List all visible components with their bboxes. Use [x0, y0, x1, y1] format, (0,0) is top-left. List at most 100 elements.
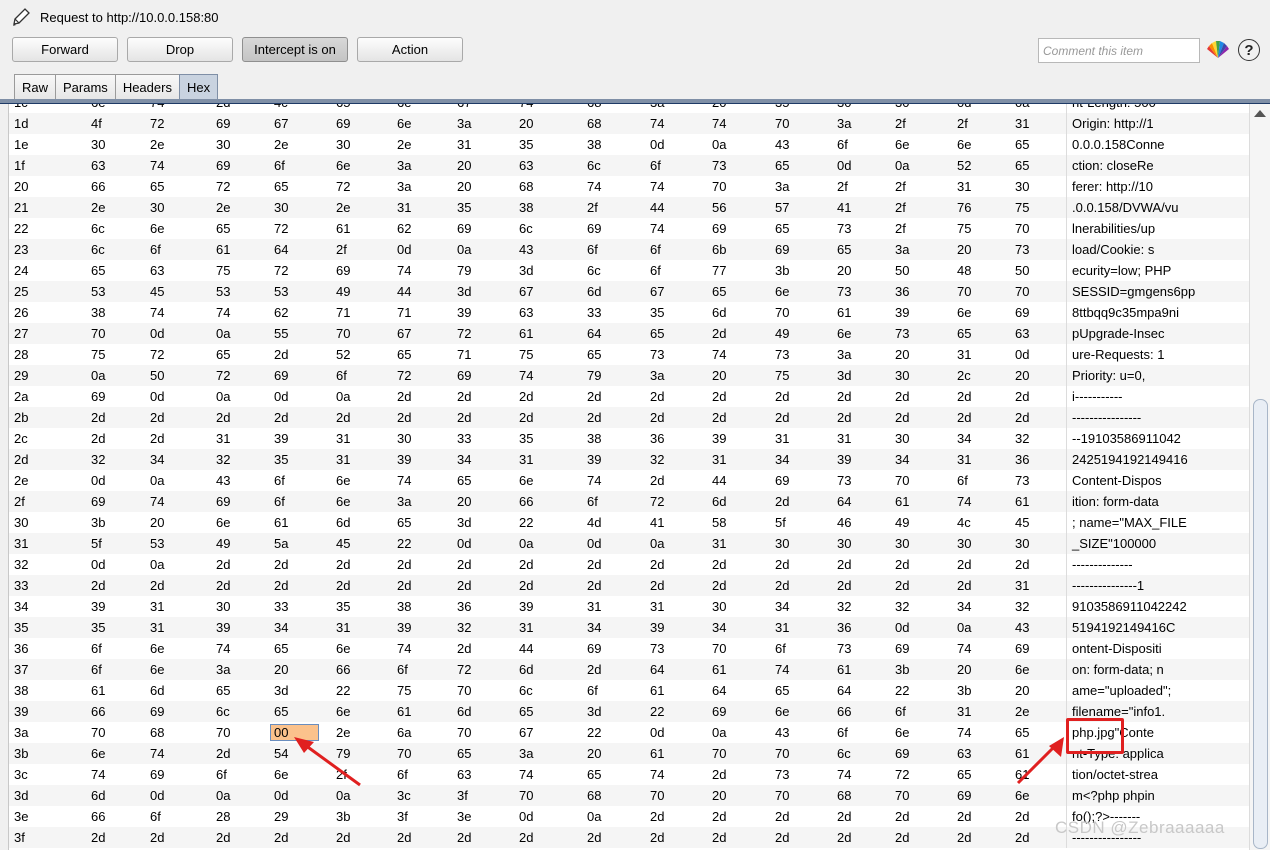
hex-byte-cell[interactable]: 70 [775, 305, 789, 320]
hex-byte-cell[interactable]: 74 [650, 221, 664, 236]
hex-byte-cell[interactable]: 53 [91, 284, 105, 299]
hex-byte-cell[interactable]: 6f [837, 725, 848, 740]
hex-byte-cell[interactable]: 38 [587, 137, 601, 152]
hex-byte-cell[interactable]: 2d [274, 410, 288, 425]
hex-byte-cell[interactable]: 65 [587, 347, 601, 362]
hex-byte-cell[interactable]: 22 [336, 683, 350, 698]
hex-byte-cell[interactable]: 73 [650, 347, 664, 362]
hex-byte-cell[interactable]: 34 [895, 452, 909, 467]
hex-byte-cell[interactable]: 67 [397, 326, 411, 341]
hex-byte-cell[interactable]: 70 [895, 473, 909, 488]
hex-byte-cell[interactable]: 35 [457, 200, 471, 215]
vertical-scrollbar[interactable] [1249, 104, 1270, 850]
hex-byte-cell[interactable]: 33 [457, 431, 471, 446]
hex-byte-cell[interactable]: 52 [957, 158, 971, 173]
hex-byte-cell[interactable]: 74 [150, 494, 164, 509]
hex-byte-cell[interactable]: 2d [587, 389, 601, 404]
hex-byte-cell[interactable]: 34 [712, 620, 726, 635]
hex-byte-cell[interactable]: 70 [895, 788, 909, 803]
hex-byte-cell[interactable]: 6f [587, 683, 598, 698]
hex-byte-cell[interactable]: 2d [650, 809, 664, 824]
hex-byte-cell[interactable]: 69 [216, 494, 230, 509]
hex-byte-cell[interactable]: 61 [895, 494, 909, 509]
hex-byte-cell[interactable]: 20 [712, 788, 726, 803]
hex-byte-cell[interactable]: 2e [336, 725, 350, 740]
ascii-cell[interactable]: load/Cookie: s [1066, 239, 1154, 260]
hex-byte-cell[interactable]: 6c [587, 263, 601, 278]
hex-byte-cell[interactable]: 73 [895, 326, 909, 341]
hex-byte-cell[interactable]: 39 [216, 620, 230, 635]
hex-byte-cell[interactable]: 74 [587, 473, 601, 488]
ascii-cell[interactable]: ---------------1 [1066, 575, 1144, 596]
hex-byte-cell[interactable]: 32 [457, 620, 471, 635]
hex-byte-cell[interactable]: 6e [397, 116, 411, 131]
hex-byte-cell[interactable]: 39 [895, 305, 909, 320]
hex-byte-cell[interactable]: 65 [150, 179, 164, 194]
hex-byte-cell[interactable]: 31 [775, 620, 789, 635]
hex-byte-cell[interactable]: 0a [91, 368, 105, 383]
hex-byte-cell[interactable]: 0d [91, 473, 105, 488]
hex-byte-cell[interactable]: 31 [957, 347, 971, 362]
hex-byte-cell[interactable]: 20 [587, 746, 601, 761]
hex-byte-cell[interactable]: 6f [957, 473, 968, 488]
ascii-cell[interactable]: ition: form-data [1066, 491, 1159, 512]
hex-byte-cell[interactable]: 4f [91, 116, 102, 131]
hex-byte-cell[interactable]: 76 [957, 200, 971, 215]
hex-byte-cell[interactable]: 30 [775, 536, 789, 551]
hex-byte-cell[interactable]: 38 [397, 599, 411, 614]
ascii-cell[interactable]: SESSID=gmgens6pp [1066, 281, 1195, 302]
hex-byte-cell[interactable]: 48 [957, 263, 971, 278]
forward-button[interactable]: Forward [12, 37, 118, 62]
intercept-toggle-button[interactable]: Intercept is on [242, 37, 348, 62]
hex-byte-cell[interactable]: 3d [587, 704, 601, 719]
hex-byte-cell[interactable]: 2f [336, 242, 347, 257]
hex-byte-cell[interactable]: 31 [150, 599, 164, 614]
hex-byte-cell[interactable]: 69 [1015, 305, 1029, 320]
hex-byte-cell[interactable]: 72 [650, 494, 664, 509]
hex-byte-cell[interactable]: 6f [587, 494, 598, 509]
hex-byte-cell[interactable]: 35 [91, 620, 105, 635]
hex-byte-cell[interactable]: 69 [336, 263, 350, 278]
hex-byte-cell[interactable]: 20 [457, 179, 471, 194]
hex-byte-cell[interactable]: 61 [837, 662, 851, 677]
hex-byte-cell[interactable]: 2d [519, 578, 533, 593]
hex-byte-cell[interactable]: 71 [457, 347, 471, 362]
hex-byte-cell[interactable]: 65 [1015, 137, 1029, 152]
hex-byte-cell[interactable]: 0a [336, 389, 350, 404]
hex-byte-cell[interactable]: 69 [457, 368, 471, 383]
hex-byte-cell[interactable]: 2d [397, 557, 411, 572]
hex-byte-cell[interactable]: 20 [837, 263, 851, 278]
hex-byte-cell[interactable]: 6e [775, 284, 789, 299]
hex-byte-cell[interactable]: 65 [957, 767, 971, 782]
hex-byte-cell[interactable]: 2d [895, 410, 909, 425]
hex-byte-cell[interactable]: 54 [274, 746, 288, 761]
hex-byte-cell[interactable]: 32 [837, 599, 851, 614]
hex-byte-cell[interactable]: 34 [587, 620, 601, 635]
hex-byte-cell[interactable]: 79 [457, 263, 471, 278]
hex-byte-cell[interactable]: 65 [957, 326, 971, 341]
hex-byte-cell[interactable]: 72 [457, 662, 471, 677]
hex-byte-cell[interactable]: 2e [336, 200, 350, 215]
hex-byte-cell[interactable]: 6f [216, 767, 227, 782]
hex-byte-cell[interactable]: 74 [216, 641, 230, 656]
hex-byte-cell[interactable]: 6f [587, 242, 598, 257]
hex-byte-cell[interactable]: 0a [712, 137, 726, 152]
hex-byte-cell[interactable]: 6d [336, 515, 350, 530]
hex-byte-cell[interactable]: 30 [91, 137, 105, 152]
hex-byte-cell[interactable]: 0d [650, 725, 664, 740]
hex-byte-cell[interactable]: 61 [274, 515, 288, 530]
hex-byte-cell[interactable]: 39 [397, 620, 411, 635]
hex-byte-cell[interactable]: 2d [457, 578, 471, 593]
hex-byte-cell[interactable]: 32 [91, 452, 105, 467]
hex-byte-cell[interactable]: 20 [1015, 683, 1029, 698]
hex-byte-cell[interactable]: 31 [712, 452, 726, 467]
hex-byte-cell[interactable]: 39 [587, 452, 601, 467]
hex-byte-cell[interactable]: 34 [775, 452, 789, 467]
hex-byte-cell[interactable]: 61 [837, 305, 851, 320]
hex-byte-cell[interactable]: 2d [91, 578, 105, 593]
hex-byte-cell[interactable]: 6c [91, 221, 105, 236]
hex-byte-cell[interactable]: 65 [650, 326, 664, 341]
hex-byte-cell[interactable]: 2d [957, 578, 971, 593]
hex-byte-cell[interactable]: 31 [712, 536, 726, 551]
hex-byte-cell[interactable]: 20 [457, 494, 471, 509]
